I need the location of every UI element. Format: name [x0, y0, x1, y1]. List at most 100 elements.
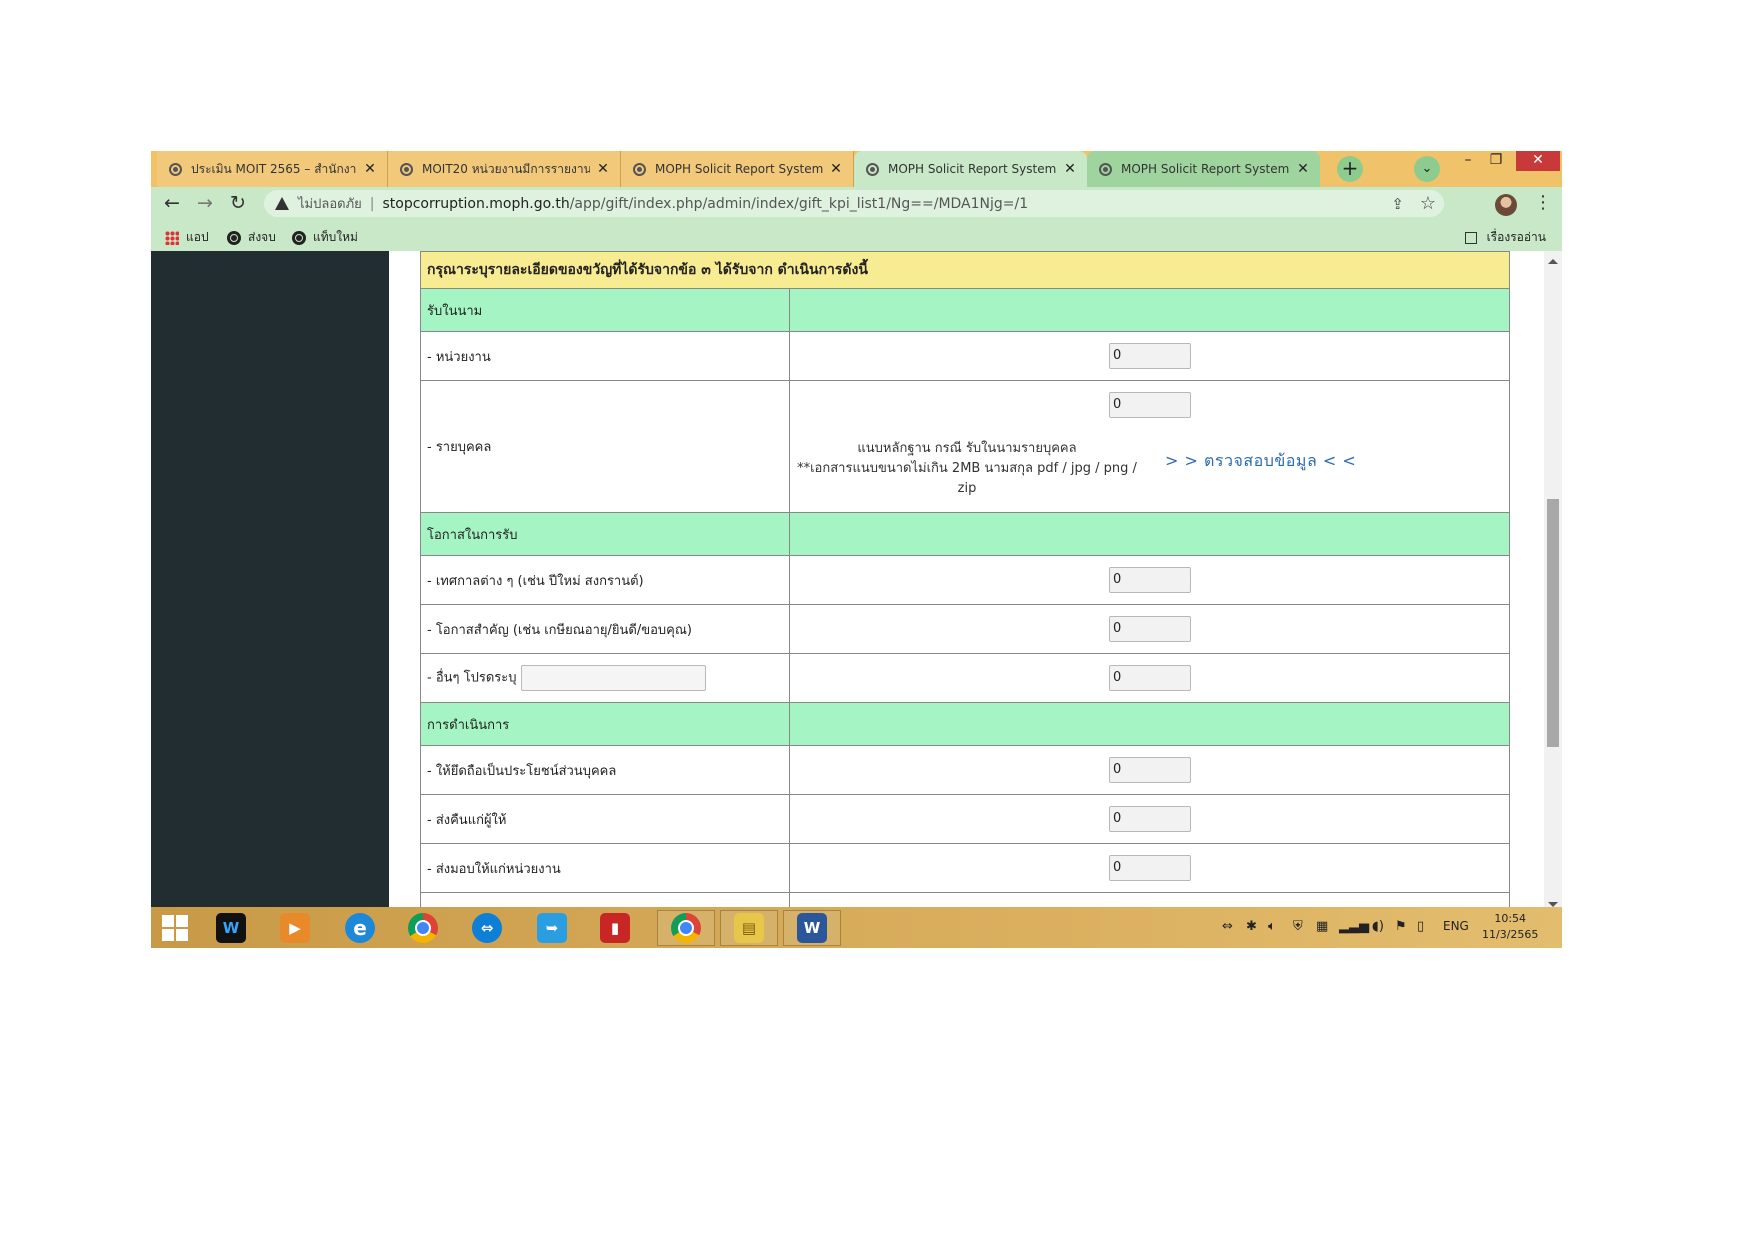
separator: | — [369, 195, 375, 212]
personal-count-input[interactable]: 0 — [1109, 757, 1191, 783]
close-window-button[interactable]: ✕ — [1516, 151, 1560, 171]
value-cell: 0 — [789, 555, 1510, 605]
tab-favicon-icon — [169, 162, 182, 176]
tab-moit-2565[interactable]: ประเมิน MOIT 2565 – สำนักงานส ✕ — [157, 151, 388, 187]
restore-button[interactable]: ❐ — [1482, 151, 1510, 171]
teamviewer-icon[interactable]: ⇔ — [469, 910, 505, 946]
file-explorer-icon[interactable]: ▤ — [720, 910, 778, 946]
close-tab-icon[interactable]: ✕ — [829, 161, 843, 177]
value-cell: 0 — [789, 843, 1510, 893]
tab-title: ประเมิน MOIT 2565 – สำนักงานส — [191, 161, 357, 176]
tab-favicon-icon — [633, 162, 646, 176]
tab-moph-solicit-active[interactable]: MOPH Solicit Report System : ✕ — [854, 151, 1087, 187]
tab-moit20[interactable]: MOIT20 หน่วยงานมีการรายงานผ ✕ — [388, 151, 621, 187]
clock[interactable]: 10:54 11/3/2565 — [1482, 911, 1538, 943]
chrome-profile-icon[interactable] — [657, 910, 715, 946]
value-cell: 0 — [789, 745, 1510, 795]
bookmarks-bar: แอป ส่งจบ แท็บใหม่ เรื่องรออ่าน — [151, 221, 1562, 251]
close-tab-icon[interactable]: ✕ — [363, 161, 377, 177]
webex-icon[interactable]: W — [213, 910, 249, 946]
send-to-icon[interactable]: ➥ — [534, 910, 570, 946]
individual-count-input[interactable]: 0 — [1109, 392, 1191, 418]
bluetooth-icon[interactable]: ✱ — [1246, 919, 1257, 934]
globe-icon — [292, 230, 306, 245]
windows-start-icon[interactable] — [162, 915, 188, 941]
windows-taskbar: W ▶ e ⇔ ➥ ▮ ▤ W ⇔ ✱ 🔈︎ ⛨ ▦ ▂▃▅ ◖) ⚑ ▯ EN… — [151, 907, 1562, 948]
profile-avatar[interactable] — [1495, 194, 1517, 216]
section-spacer — [789, 702, 1510, 746]
reload-icon[interactable]: ↻ — [226, 192, 250, 216]
row-label-individual: - รายบุคคล — [420, 380, 790, 513]
language-indicator[interactable]: ENG — [1443, 919, 1469, 933]
handover-count-input[interactable]: 0 — [1109, 855, 1191, 881]
chrome-icon[interactable] — [405, 910, 441, 946]
check-data-link[interactable]: > > ตรวจสอบข้อมูล < < — [1165, 449, 1356, 474]
clock-time: 10:54 — [1494, 912, 1527, 925]
main-content: กรุณาระบุรายละเอียดของขวัญที่ได้รับจากข้… — [389, 251, 1544, 915]
close-tab-icon[interactable]: ✕ — [1296, 161, 1310, 177]
gift-detail-form: กรุณาระบุรายละเอียดของขวัญที่ได้รับจากข้… — [420, 251, 1510, 915]
speaker-icon[interactable]: 🔈︎ — [1268, 919, 1276, 934]
bookmark-item[interactable]: ส่งจบ — [227, 228, 276, 247]
minimize-button[interactable]: – — [1454, 151, 1482, 171]
scroll-up-arrow-icon[interactable] — [1548, 259, 1558, 264]
tab-favicon-icon — [400, 162, 413, 176]
tab-favicon-icon — [1099, 162, 1112, 176]
battery-icon[interactable]: ▯ — [1417, 919, 1424, 934]
word-icon[interactable]: W — [783, 910, 841, 946]
security-shield-icon[interactable]: ⛨ — [1293, 919, 1303, 934]
other-count-input[interactable]: 0 — [1109, 665, 1191, 691]
address-toolbar: ← → ↻ ไม่ปลอดภัย | stopcorruption.moph.g… — [151, 187, 1562, 221]
network-adapter-icon[interactable]: ▦ — [1316, 919, 1328, 934]
value-cell: 0 — [789, 653, 1510, 703]
apps-icon — [165, 230, 179, 245]
bookmark-label: แอป — [186, 230, 209, 244]
globe-icon — [227, 230, 241, 245]
section-occasion: โอกาสในการรับ — [420, 512, 790, 556]
return-count-input[interactable]: 0 — [1109, 806, 1191, 832]
url-path: /app/gift/index.php/admin/index/gift_kpi… — [569, 195, 1029, 212]
tab-title: MOPH Solicit Report System : — [1121, 162, 1290, 176]
volume-icon[interactable]: ◖) — [1372, 919, 1384, 934]
red-app-icon[interactable]: ▮ — [597, 910, 633, 946]
flag-icon[interactable]: ⚑ — [1395, 919, 1407, 934]
signal-icon[interactable]: ▂▃▅ — [1339, 919, 1369, 934]
tab-moph-solicit-3[interactable]: MOPH Solicit Report System : ✕ — [1087, 151, 1320, 187]
bookmark-star-icon[interactable]: ☆ — [1420, 193, 1436, 214]
close-tab-icon[interactable]: ✕ — [1063, 161, 1077, 177]
agency-count-input[interactable]: 0 — [1109, 343, 1191, 369]
security-label[interactable]: ไม่ปลอดภัย — [298, 193, 362, 214]
scrollbar-thumb[interactable] — [1547, 499, 1559, 747]
close-tab-icon[interactable]: ✕ — [596, 161, 610, 177]
reading-list-button[interactable]: เรื่องรออ่าน — [1464, 228, 1546, 247]
row-other: - อื่นๆ โปรดระบุ — [420, 653, 790, 703]
tab-search-button[interactable]: ⌄ — [1414, 156, 1440, 182]
tab-moph-solicit-1[interactable]: MOPH Solicit Report System : ✕ — [621, 151, 854, 187]
section-spacer — [789, 288, 1510, 332]
address-bar[interactable]: ไม่ปลอดภัย | stopcorruption.moph.go.th/a… — [264, 190, 1444, 217]
festival-count-input[interactable]: 0 — [1109, 567, 1191, 593]
row-label-other: - อื่นๆ โปรดระบุ — [427, 670, 517, 686]
url-text[interactable]: stopcorruption.moph.go.th/app/gift/index… — [382, 196, 1028, 212]
forward-arrow-icon[interactable]: → — [193, 192, 217, 216]
teamviewer-tray-icon[interactable]: ⇔ — [1222, 919, 1233, 934]
back-arrow-icon[interactable]: ← — [160, 192, 184, 216]
form-header: กรุณาระบุรายละเอียดของขวัญที่ได้รับจากข้… — [420, 251, 1510, 289]
screen: ประเมิน MOIT 2565 – สำนักงานส ✕ MOIT20 ห… — [151, 151, 1562, 948]
reading-list-icon — [1464, 231, 1477, 244]
internet-explorer-icon[interactable]: e — [342, 910, 378, 946]
more-menu-icon[interactable]: ⋮ — [1534, 192, 1552, 214]
bookmark-item[interactable]: แท็บใหม่ — [292, 228, 358, 247]
section-spacer — [789, 512, 1510, 556]
vertical-scrollbar[interactable] — [1544, 251, 1562, 915]
important-occasion-count-input[interactable]: 0 — [1109, 616, 1191, 642]
value-cell: 0 — [789, 331, 1510, 381]
other-specify-input[interactable] — [520, 665, 706, 691]
bookmark-apps[interactable]: แอป — [165, 228, 209, 247]
row-label-agency: - หน่วยงาน — [420, 331, 790, 381]
url-host: stopcorruption.moph.go.th — [382, 195, 570, 212]
new-tab-button[interactable]: + — [1337, 156, 1363, 182]
share-icon[interactable]: ⇪ — [1391, 195, 1404, 213]
media-player-icon[interactable]: ▶ — [277, 910, 313, 946]
value-cell: 0 แนบหลักฐาน กรณี รับในนามรายบุคคล **เอก… — [789, 380, 1510, 513]
